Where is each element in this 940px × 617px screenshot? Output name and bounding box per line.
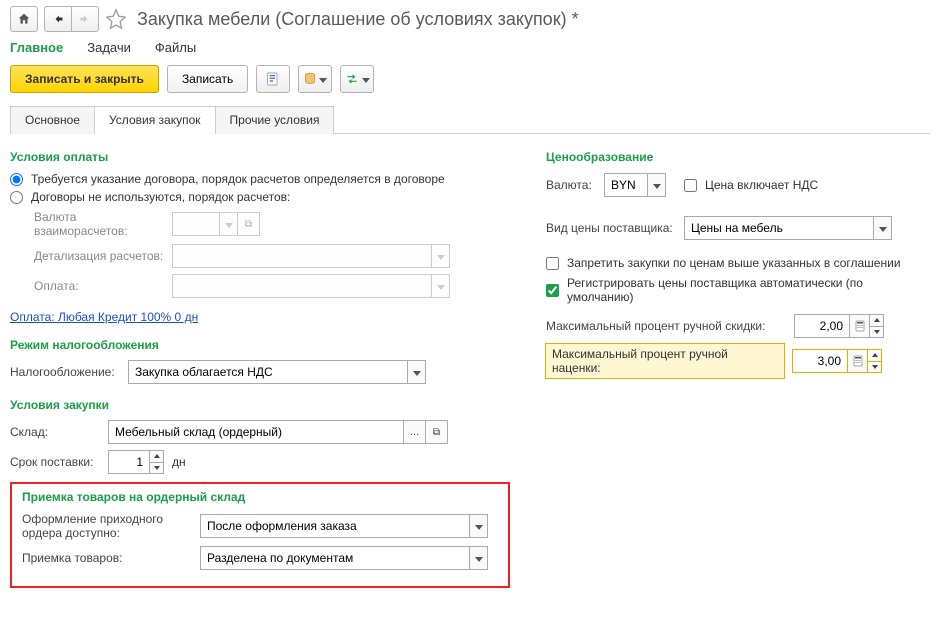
currency-dropdown[interactable] xyxy=(648,173,666,197)
calc-button-markup[interactable] xyxy=(848,349,868,373)
chevron-down-icon xyxy=(653,178,661,192)
chevron-down-icon xyxy=(225,217,233,231)
attach-button[interactable] xyxy=(298,65,332,93)
label-currency: Валюта: xyxy=(546,178,596,192)
warehouse-input[interactable] xyxy=(108,420,404,444)
payment-input xyxy=(172,274,432,298)
db-icon xyxy=(303,71,317,87)
tab-files[interactable]: Файлы xyxy=(155,40,196,55)
section-pricing: Ценообразование xyxy=(546,150,930,164)
chevron-down-icon xyxy=(475,551,483,565)
chevron-down-icon xyxy=(319,72,327,86)
settlement-currency-dropdown xyxy=(220,212,238,236)
section-tax-mode: Режим налогообложения xyxy=(10,338,510,352)
lead-time-spinner[interactable] xyxy=(150,450,164,474)
chevron-down-icon xyxy=(437,279,445,293)
nav-forward-button[interactable] xyxy=(72,6,99,32)
payment-dropdown xyxy=(432,274,450,298)
label-max-discount: Максимальный процент ручной скидки: xyxy=(546,319,786,333)
exchange-button[interactable] xyxy=(340,65,374,93)
radio-contracts-required[interactable]: Требуется указание договора, порядок рас… xyxy=(10,172,510,186)
label-settlement-detail: Детализация расчетов: xyxy=(34,249,164,263)
subtab-basic[interactable]: Основное xyxy=(10,106,95,134)
accept-input[interactable] xyxy=(200,546,470,570)
label-price-type: Вид цены поставщика: xyxy=(546,221,676,235)
warehouse-pick[interactable]: … xyxy=(404,420,426,444)
calculator-icon xyxy=(854,320,866,332)
price-type-dropdown[interactable] xyxy=(874,216,892,240)
subtab-purchase-conditions[interactable]: Условия закупок xyxy=(94,106,216,134)
label-accept: Приемка товаров: xyxy=(22,551,192,565)
arrow-right-icon xyxy=(78,13,92,25)
radio-contracts-not-used[interactable]: Договоры не используются, порядок расчет… xyxy=(10,190,510,204)
markup-spinner[interactable] xyxy=(868,349,882,373)
check-autoreg[interactable]: Регистрировать цены поставщика автоматич… xyxy=(546,276,930,304)
order-avail-input[interactable] xyxy=(200,514,470,538)
calc-button-discount[interactable] xyxy=(850,314,870,338)
favorite-star-icon[interactable] xyxy=(105,8,127,30)
home-icon xyxy=(17,12,31,26)
chevron-down-icon xyxy=(437,249,445,263)
payment-link[interactable]: Оплата: Любая Кредит 100% 0 дн xyxy=(10,310,198,324)
home-button[interactable] xyxy=(10,6,38,32)
highlight-receipt-section: Приемка товаров на ордерный склад Оформл… xyxy=(10,482,510,588)
arrow-left-icon xyxy=(51,13,65,25)
section-purchase-cond: Условия закупки xyxy=(10,398,510,412)
label-lead-time: Срок поставки: xyxy=(10,455,100,469)
label-order-avail: Оформление приходного ордера доступно: xyxy=(22,512,192,540)
tab-main[interactable]: Главное xyxy=(10,40,63,55)
tab-tasks[interactable]: Задачи xyxy=(87,40,131,55)
chevron-down-icon xyxy=(362,72,370,86)
settlement-detail-input xyxy=(172,244,432,268)
subtab-other-conditions[interactable]: Прочие условия xyxy=(215,106,335,134)
price-type-input[interactable] xyxy=(684,216,874,240)
warehouse-open[interactable]: ⧉ xyxy=(426,420,448,444)
taxation-input[interactable] xyxy=(128,360,408,384)
section-receipt: Приемка товаров на ордерный склад xyxy=(22,490,498,504)
nav-back-button[interactable] xyxy=(44,6,72,32)
order-avail-dropdown[interactable] xyxy=(470,514,488,538)
label-settlement-currency: Валюта взаиморасчетов: xyxy=(34,210,164,238)
exchange-icon xyxy=(344,72,360,86)
calculator-icon xyxy=(852,355,864,367)
check-price-includes-vat[interactable]: Цена включает НДС xyxy=(684,178,818,192)
max-markup-input[interactable] xyxy=(792,349,848,373)
page-title: Закупка мебели (Соглашение об условиях з… xyxy=(137,9,579,30)
lead-time-unit: дн xyxy=(172,455,186,469)
save-and-close-button[interactable]: Записать и закрыть xyxy=(10,65,159,93)
discount-spinner[interactable] xyxy=(870,314,884,338)
chevron-down-icon xyxy=(879,221,887,235)
taxation-dropdown[interactable] xyxy=(408,360,426,384)
check-prohibit[interactable]: Запретить закупки по ценам выше указанны… xyxy=(546,256,930,270)
label-warehouse: Склад: xyxy=(10,425,100,439)
chevron-down-icon xyxy=(475,519,483,533)
label-taxation: Налогообложение: xyxy=(10,365,120,379)
currency-input[interactable] xyxy=(604,173,648,197)
save-button[interactable]: Записать xyxy=(167,65,248,93)
settlement-currency-input xyxy=(172,212,220,236)
label-payment: Оплата: xyxy=(34,279,164,293)
max-discount-input[interactable] xyxy=(794,314,850,338)
settlement-currency-open: ⧉ xyxy=(238,212,260,236)
section-payment-conditions: Условия оплаты xyxy=(10,150,510,164)
lead-time-input[interactable] xyxy=(108,450,150,474)
accept-dropdown[interactable] xyxy=(470,546,488,570)
report-button[interactable] xyxy=(256,65,290,93)
chevron-down-icon xyxy=(413,365,421,379)
report-icon xyxy=(265,71,281,87)
label-max-markup: Максимальный процент ручной наценки: xyxy=(546,344,784,378)
settlement-detail-dropdown xyxy=(432,244,450,268)
